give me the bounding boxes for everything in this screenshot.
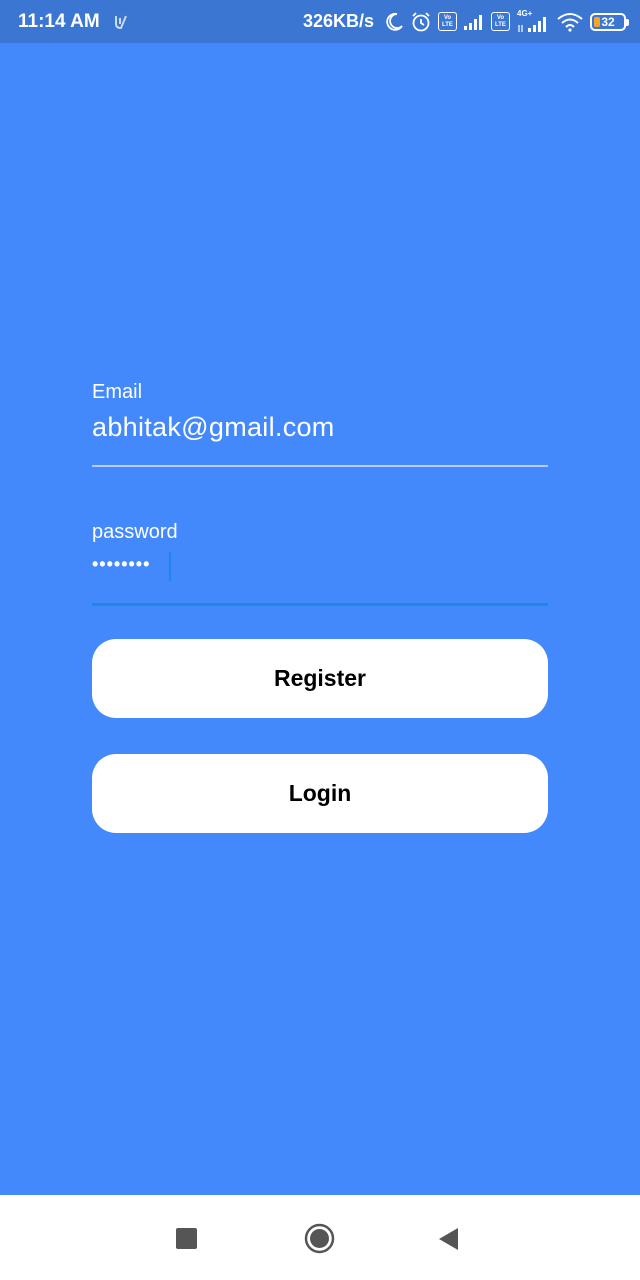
volte-label-top: Vo [443, 14, 452, 21]
email-field[interactable]: Email abhitak@gmail.com [92, 380, 548, 470]
password-underline [92, 603, 548, 606]
volte-icon: Vo LTE [438, 12, 457, 31]
moon-icon [386, 12, 403, 31]
navigation-bar [0, 1195, 640, 1280]
network-speed: 326KB/s [302, 11, 374, 31]
password-label: password [92, 521, 178, 543]
home-circle-icon[interactable] [304, 1223, 335, 1254]
back-triangle-icon[interactable] [438, 1227, 460, 1251]
volte-label-bottom-2: LTE [495, 21, 506, 28]
login-screen: 11:14 AM 326KB/s Vo LTE Vo LTE 4G+ 32 Em… [0, 0, 640, 1280]
recents-square-icon[interactable] [176, 1228, 197, 1249]
register-button[interactable]: Register [92, 639, 548, 718]
signal-4g-icon: 4G+ [516, 9, 550, 33]
wifi-icon [557, 12, 583, 32]
text-cursor [169, 552, 171, 581]
email-underline [92, 465, 548, 467]
password-input[interactable]: •••••••• [92, 554, 150, 575]
status-icons: 326KB/s Vo LTE Vo LTE 4G+ 32 [302, 9, 629, 33]
volte-icon-2: Vo LTE [491, 12, 510, 31]
password-field[interactable]: password •••••••• [92, 520, 548, 610]
email-input[interactable]: abhitak@gmail.com [92, 412, 335, 443]
battery-level: 32 [601, 14, 615, 29]
status-time: 11:14 AM [18, 10, 100, 32]
app-notification-icon [114, 15, 127, 29]
email-label: Email [92, 381, 143, 403]
battery-icon: 32 [590, 12, 629, 31]
signal-icon [464, 14, 482, 30]
status-bar: 11:14 AM 326KB/s Vo LTE Vo LTE 4G+ 32 [0, 0, 640, 43]
volte-label-top-2: Vo [496, 14, 505, 21]
login-button[interactable]: Login [92, 754, 548, 833]
volte-label-bottom: LTE [442, 21, 453, 28]
alarm-icon [412, 11, 430, 31]
